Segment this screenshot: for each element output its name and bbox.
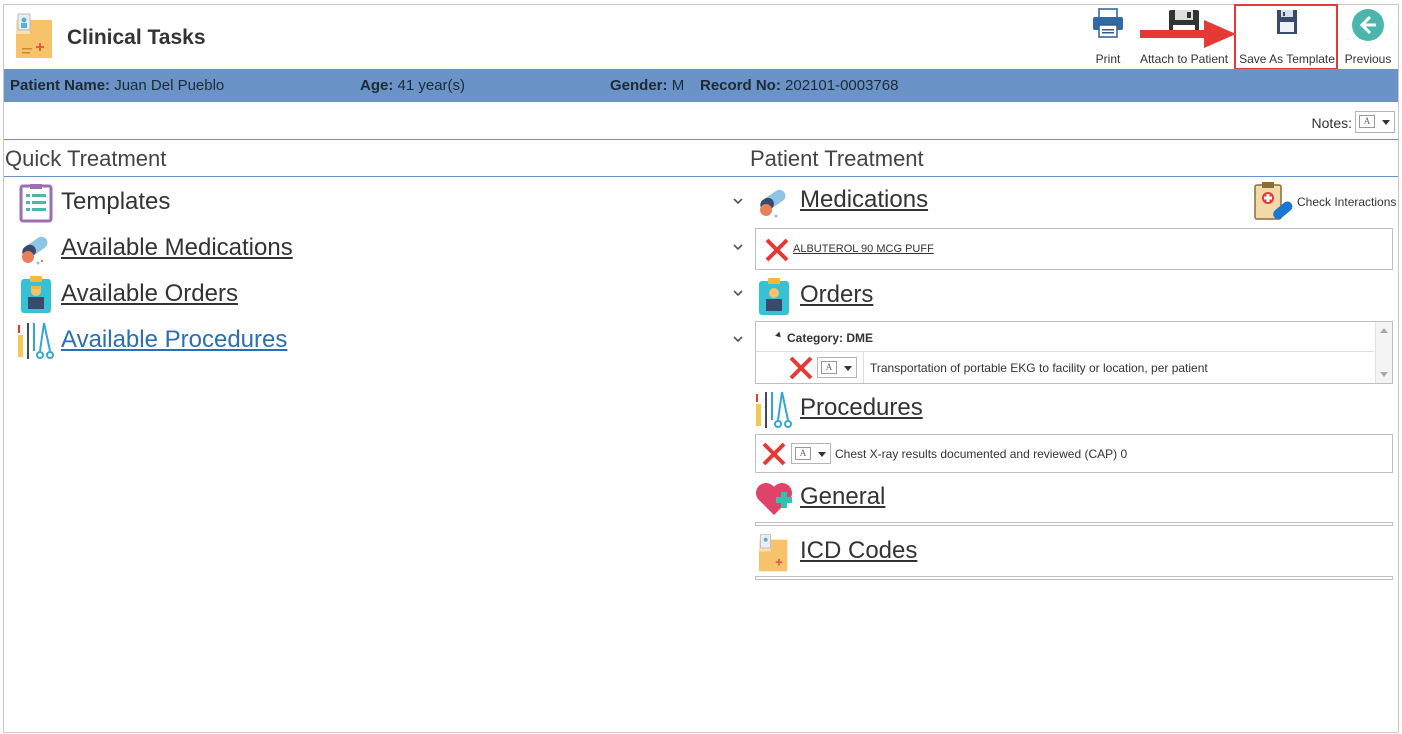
available-medications-item[interactable]: Available Medications (14, 227, 744, 271)
order-item-text: Transportation of portable EKG to facili… (870, 361, 1208, 375)
chevron-down-icon (818, 452, 826, 457)
orders-panel: Category: DME A Transportation of portab… (755, 321, 1393, 384)
heart-plus-icon (756, 483, 792, 515)
font-icon: A (1359, 115, 1375, 128)
attach-label: Attach to Patient (1139, 52, 1229, 66)
font-icon: A (821, 361, 837, 374)
general-section-header[interactable]: General (752, 477, 1392, 521)
chevron-down-icon[interactable] (732, 241, 744, 253)
patient-info-bar: Patient Name: Juan Del Pueblo Age: 41 ye… (4, 69, 1398, 102)
icd-codes-icon (759, 534, 788, 572)
icd-codes-title: ICD Codes (800, 537, 918, 564)
templates-label: Templates (61, 188, 171, 215)
surgical-tools-icon (18, 322, 54, 359)
remove-icon[interactable] (764, 237, 790, 263)
general-title: General (800, 483, 886, 510)
orders-section-header[interactable]: Orders (752, 275, 1392, 319)
clipboard-interactions-icon (1254, 182, 1293, 220)
save-as-template-button[interactable]: Save As Template (1238, 6, 1336, 68)
print-button[interactable]: Print (1088, 6, 1128, 68)
patient-gender: Gender: M (610, 77, 685, 94)
section-divider (4, 176, 1398, 177)
available-procedures-item[interactable]: Available Procedures (14, 319, 744, 363)
chevron-down-icon (844, 366, 852, 371)
annotation-arrow-icon (1140, 20, 1236, 48)
save-template-label: Save As Template (1239, 52, 1335, 66)
medication-item-link[interactable]: ALBUTEROL 90 MCG PUFF (793, 243, 934, 255)
procedures-section-header[interactable]: Procedures (752, 388, 1392, 432)
medications-title: Medications (800, 186, 929, 213)
arrow-left-icon (1352, 9, 1384, 41)
scroll-up-icon[interactable] (1380, 328, 1388, 333)
remove-icon[interactable] (788, 355, 814, 381)
order-row: A Transportation of portable EKG to faci… (756, 352, 1374, 383)
notes-dropdown[interactable]: A (1355, 111, 1395, 133)
icd-codes-section-header[interactable]: ICD Codes (752, 531, 1392, 575)
procedure-item-text: Chest X-ray results documented and revie… (835, 447, 1128, 461)
orders-scrollbar[interactable] (1375, 322, 1392, 383)
previous-button[interactable]: Previous (1344, 6, 1392, 68)
check-interactions-button[interactable]: Check Interactions (1252, 181, 1397, 223)
pills-icon (760, 189, 786, 218)
patient-name: Patient Name: Juan Del Pueblo (10, 77, 225, 94)
quick-treatment-heading: Quick Treatment (5, 146, 167, 171)
medications-panel: ALBUTEROL 90 MCG PUFF (755, 228, 1393, 270)
order-category-row[interactable]: Category: DME (756, 322, 1374, 352)
notes-label: Notes: (1311, 115, 1352, 131)
scroll-down-icon[interactable] (1380, 372, 1388, 377)
remove-icon[interactable] (761, 441, 787, 467)
chevron-down-icon[interactable] (732, 333, 744, 345)
available-medications-label: Available Medications (61, 234, 293, 261)
orders-clipboard-icon (759, 278, 789, 315)
icd-codes-panel (755, 576, 1393, 580)
available-orders-item[interactable]: Available Orders (14, 273, 744, 317)
print-label: Print (1095, 52, 1121, 66)
general-panel (755, 522, 1393, 526)
font-icon: A (795, 447, 811, 460)
record-number: Record No: 202101-0003768 (700, 77, 899, 94)
cell-divider (863, 352, 864, 383)
patient-treatment-heading: Patient Treatment (750, 146, 924, 171)
chevron-down-icon[interactable] (732, 287, 744, 299)
pills-icon (22, 236, 48, 265)
surgical-tools-icon (756, 391, 792, 428)
previous-label: Previous (1344, 52, 1392, 66)
procedures-panel: A Chest X-ray results documented and rev… (755, 434, 1393, 473)
procedures-title: Procedures (800, 394, 923, 421)
templates-icon (19, 184, 53, 223)
notes-row: Notes: A (4, 105, 1398, 140)
page-title: Clinical Tasks (67, 26, 206, 49)
check-interactions-label: Check Interactions (1297, 195, 1397, 209)
order-notes-dropdown[interactable]: A (817, 357, 857, 378)
chevron-down-icon[interactable] (732, 195, 744, 207)
printer-icon (1093, 8, 1123, 38)
save-template-icon (1277, 10, 1297, 34)
clinical-tasks-icon (16, 13, 52, 58)
orders-clipboard-icon (21, 276, 51, 313)
order-category-label: Category: DME (787, 331, 874, 345)
available-procedures-label: Available Procedures (61, 326, 288, 353)
orders-title: Orders (800, 281, 874, 308)
templates-item[interactable]: Templates (14, 181, 744, 225)
collapse-triangle-icon[interactable] (775, 331, 783, 340)
patient-age: Age: 41 year(s) (360, 77, 466, 94)
chevron-down-icon (1382, 120, 1390, 125)
procedure-notes-dropdown[interactable]: A (791, 443, 831, 464)
available-orders-label: Available Orders (61, 280, 238, 307)
